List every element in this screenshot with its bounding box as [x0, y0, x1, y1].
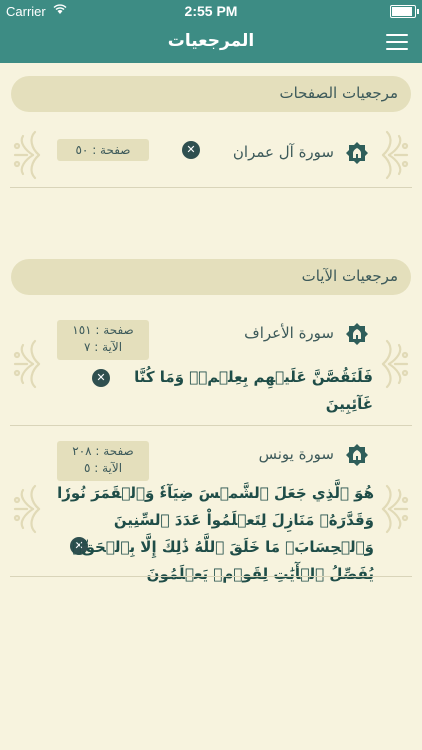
- section-title: مرجعيات الصفحات: [279, 84, 398, 102]
- section-header-pages: مرجعيات الصفحات: [11, 76, 411, 112]
- ornament-left-icon: [13, 482, 41, 536]
- ayah-number-label: الآية : ٧: [83, 340, 123, 354]
- hamburger-menu-icon[interactable]: [386, 34, 408, 51]
- status-time: 2:55 PM: [184, 3, 238, 19]
- section-header-ayat: مرجعيات الآيات: [11, 259, 411, 295]
- ayah-text: فَلَنَقُصَّنَّ عَلَيۡهِم بِعِلۡمٖۖ وَمَا…: [134, 368, 373, 413]
- page-ayah-badge: صفحة : ١٥١ الآية : ٧: [57, 320, 149, 360]
- ornament-left-icon: [13, 128, 41, 182]
- navbar: المرجعيات: [0, 22, 422, 63]
- list-item[interactable]: سورة الأعراف صفحة : ١٥١ الآية : ٧ ✕ فَلَ…: [0, 305, 422, 425]
- page-title: المرجعيات: [167, 31, 255, 51]
- ayah-text: هُوَ ٱلَّذِي جَعَلَ ٱلشَّمۡسَ ضِيَآءٗ وَ…: [57, 484, 374, 583]
- mosque-icon: [345, 443, 369, 467]
- page-number-badge: صفحة : ٥٠: [57, 139, 149, 161]
- page-number-label: صفحة : ٢٠٨: [72, 444, 134, 458]
- delete-bookmark-button[interactable]: ✕: [92, 369, 110, 387]
- ornament-right-icon: [381, 128, 409, 182]
- list-item[interactable]: سورة يونس صفحة : ٢٠٨ الآية : ٥ ✕ هُوَ ٱل…: [0, 426, 422, 583]
- ornament-right-icon: [381, 337, 409, 391]
- section-title: مرجعيات الآيات: [301, 267, 398, 285]
- sura-name: سورة آل عمران: [232, 143, 334, 161]
- sura-name: سورة يونس: [258, 445, 334, 463]
- mosque-icon: [345, 322, 369, 346]
- ornament-right-icon: [381, 482, 409, 536]
- ayah-number-label: الآية : ٥: [83, 461, 123, 475]
- sura-name: سورة الأعراف: [244, 324, 334, 342]
- mosque-icon: [345, 141, 369, 165]
- divider: [10, 576, 412, 577]
- page-ayah-badge: صفحة : ٢٠٨ الآية : ٥: [57, 441, 149, 481]
- divider: [10, 187, 412, 188]
- page-number-label: صفحة : ١٥١: [72, 323, 134, 337]
- status-bar: Carrier 2:55 PM: [0, 0, 422, 22]
- battery-icon: [390, 5, 419, 18]
- list-item[interactable]: سورة آل عمران ✕ صفحة : ٥٠: [0, 118, 422, 188]
- ornament-left-icon: [13, 337, 41, 391]
- delete-bookmark-button[interactable]: ✕: [182, 141, 200, 159]
